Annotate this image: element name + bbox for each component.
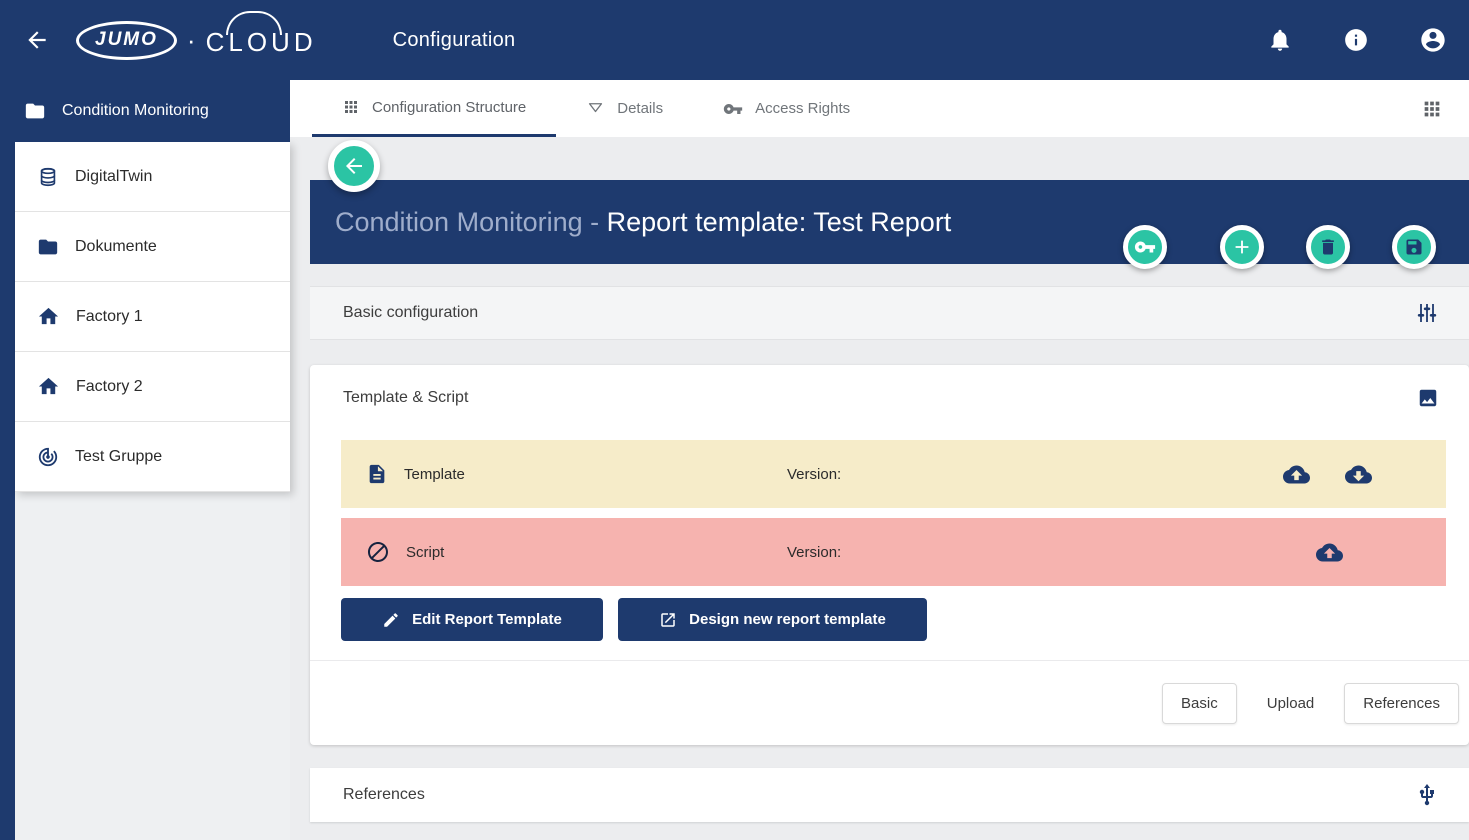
tab-configuration-structure[interactable]: Configuration Structure (312, 80, 556, 137)
sidebar-item-label: DigitalTwin (75, 168, 152, 186)
template-script-title: Template & Script (343, 389, 468, 407)
design-button-label: Design new report template (689, 611, 886, 628)
sidebar-item-label: Test Gruppe (75, 448, 162, 466)
section-references[interactable]: References (310, 768, 1469, 822)
content-header: Condition Monitoring - Report template: … (310, 180, 1469, 264)
script-row: Script Version: (341, 518, 1446, 586)
cloud-upload-icon[interactable] (1316, 539, 1343, 566)
account-icon[interactable] (1419, 26, 1447, 54)
design-new-report-template-button[interactable]: Design new report template (618, 598, 927, 641)
title-separator: - (583, 207, 607, 237)
add-fab[interactable] (1220, 225, 1264, 269)
tab-label: Configuration Structure (372, 99, 526, 116)
image-icon[interactable] (1417, 387, 1439, 409)
back-icon[interactable] (24, 27, 50, 53)
document-icon (366, 463, 388, 485)
sidebar-item-factory-1[interactable]: Factory 1 (15, 282, 290, 352)
funnel-icon (586, 99, 605, 118)
card-divider (310, 660, 1469, 661)
cloud-logo-text: CLOUD (206, 23, 317, 58)
section-basic-configuration[interactable]: Basic configuration (310, 286, 1469, 340)
sidebar-item-factory-2[interactable]: Factory 2 (15, 352, 290, 422)
cloud-arc-shape (226, 11, 282, 35)
home-icon (37, 375, 60, 398)
edit-button-label: Edit Report Template (412, 611, 562, 628)
jumo-cloud-logo: JUMO · CLOUD (76, 21, 317, 60)
pencil-icon (382, 611, 400, 629)
folder-icon (24, 100, 46, 122)
trash-icon (1318, 237, 1338, 257)
cloud-download-icon[interactable] (1345, 461, 1372, 488)
usb-icon[interactable] (1415, 783, 1439, 807)
main-content: Configuration Structure Details Access R… (290, 80, 1469, 840)
topbar-actions (1267, 26, 1469, 54)
content-header-title: Condition Monitoring - Report template: … (335, 207, 951, 238)
references-button[interactable]: References (1344, 683, 1459, 724)
script-version-label: Version: (787, 544, 841, 561)
app-page-title: Configuration (393, 29, 516, 52)
references-label: References (343, 786, 425, 804)
key-icon (723, 99, 743, 119)
edit-report-template-button[interactable]: Edit Report Template (341, 598, 603, 641)
target-icon (37, 446, 59, 468)
sidebar-header-label: Condition Monitoring (62, 102, 209, 120)
card-footer-actions: Basic Upload References (1162, 683, 1459, 724)
no-script-icon (366, 540, 390, 564)
title-prefix: Condition Monitoring (335, 207, 583, 237)
key-icon (1134, 236, 1156, 258)
tab-label: Details (617, 100, 663, 117)
brand-separator: · (187, 25, 196, 56)
tab-details[interactable]: Details (556, 80, 693, 137)
template-row: Template Version: (341, 440, 1446, 508)
sidebar-item-label: Dokumente (75, 238, 157, 256)
template-label: Template (404, 466, 465, 483)
cloud-upload-icon[interactable] (1283, 461, 1310, 488)
sidebar-item-digitaltwin[interactable]: DigitalTwin (15, 142, 290, 212)
basic-configuration-label: Basic configuration (343, 304, 478, 322)
plus-icon (1231, 236, 1253, 258)
arrow-left-icon (342, 154, 366, 178)
info-icon[interactable] (1343, 27, 1369, 53)
database-icon (37, 166, 59, 188)
tune-icon[interactable] (1415, 301, 1439, 325)
apps-grid-icon[interactable] (1421, 98, 1443, 120)
delete-fab[interactable] (1306, 225, 1350, 269)
template-cloud-actions (1283, 461, 1372, 488)
tab-access-rights[interactable]: Access Rights (693, 80, 880, 137)
title-main: Report template: Test Report (607, 207, 952, 237)
sidebar: Condition Monitoring DigitalTwin Dokumen… (0, 80, 290, 840)
upload-button[interactable]: Upload (1267, 695, 1315, 712)
folder-icon (37, 236, 59, 258)
tab-label: Access Rights (755, 100, 850, 117)
save-icon (1404, 237, 1424, 257)
basic-button[interactable]: Basic (1162, 683, 1237, 724)
home-icon (37, 305, 60, 328)
jumo-logo-text: JUMO (76, 21, 177, 60)
topbar: JUMO · CLOUD Configuration (0, 0, 1469, 80)
sidebar-item-test-gruppe[interactable]: Test Gruppe (15, 422, 290, 492)
sidebar-accent-strip (0, 80, 15, 840)
tab-bar: Configuration Structure Details Access R… (290, 80, 1469, 137)
notifications-icon[interactable] (1267, 27, 1293, 53)
grid-icon (342, 98, 360, 116)
script-cloud-actions (1316, 539, 1343, 566)
sidebar-item-label: Factory 2 (76, 378, 143, 396)
save-fab[interactable] (1392, 225, 1436, 269)
open-in-new-icon (659, 611, 677, 629)
back-fab-button[interactable] (328, 140, 380, 192)
sidebar-item-condition-monitoring[interactable]: Condition Monitoring (0, 80, 290, 142)
script-label: Script (406, 544, 444, 561)
sidebar-tree: DigitalTwin Dokumente Factory 1 Factory … (15, 142, 290, 492)
sidebar-item-label: Factory 1 (76, 308, 143, 326)
template-version-label: Version: (787, 466, 841, 483)
access-rights-fab[interactable] (1123, 225, 1167, 269)
template-script-card: Template & Script Template Version: Scri… (310, 365, 1469, 745)
sidebar-item-dokumente[interactable]: Dokumente (15, 212, 290, 282)
